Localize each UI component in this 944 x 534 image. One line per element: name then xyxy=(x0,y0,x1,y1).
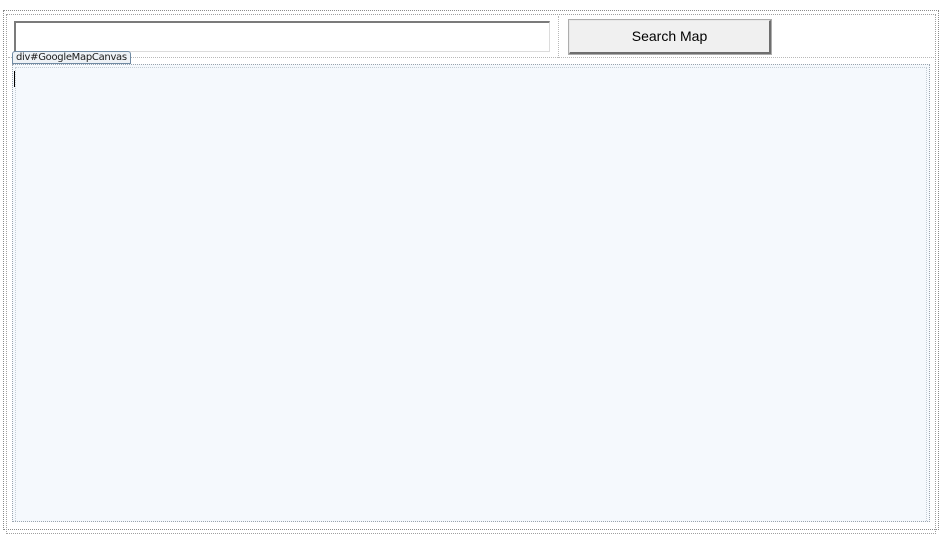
search-map-button[interactable]: Search Map xyxy=(568,19,772,55)
search-input[interactable] xyxy=(14,21,550,52)
text-caret xyxy=(14,71,15,87)
cell-divider xyxy=(558,16,559,58)
google-map-canvas[interactable] xyxy=(12,64,930,522)
row-divider xyxy=(8,57,934,58)
map-canvas-inner-outline xyxy=(15,67,927,521)
design-surface: Search Map div#GoogleMapCanvas xyxy=(0,0,944,534)
element-tag-label[interactable]: div#GoogleMapCanvas xyxy=(12,51,131,64)
